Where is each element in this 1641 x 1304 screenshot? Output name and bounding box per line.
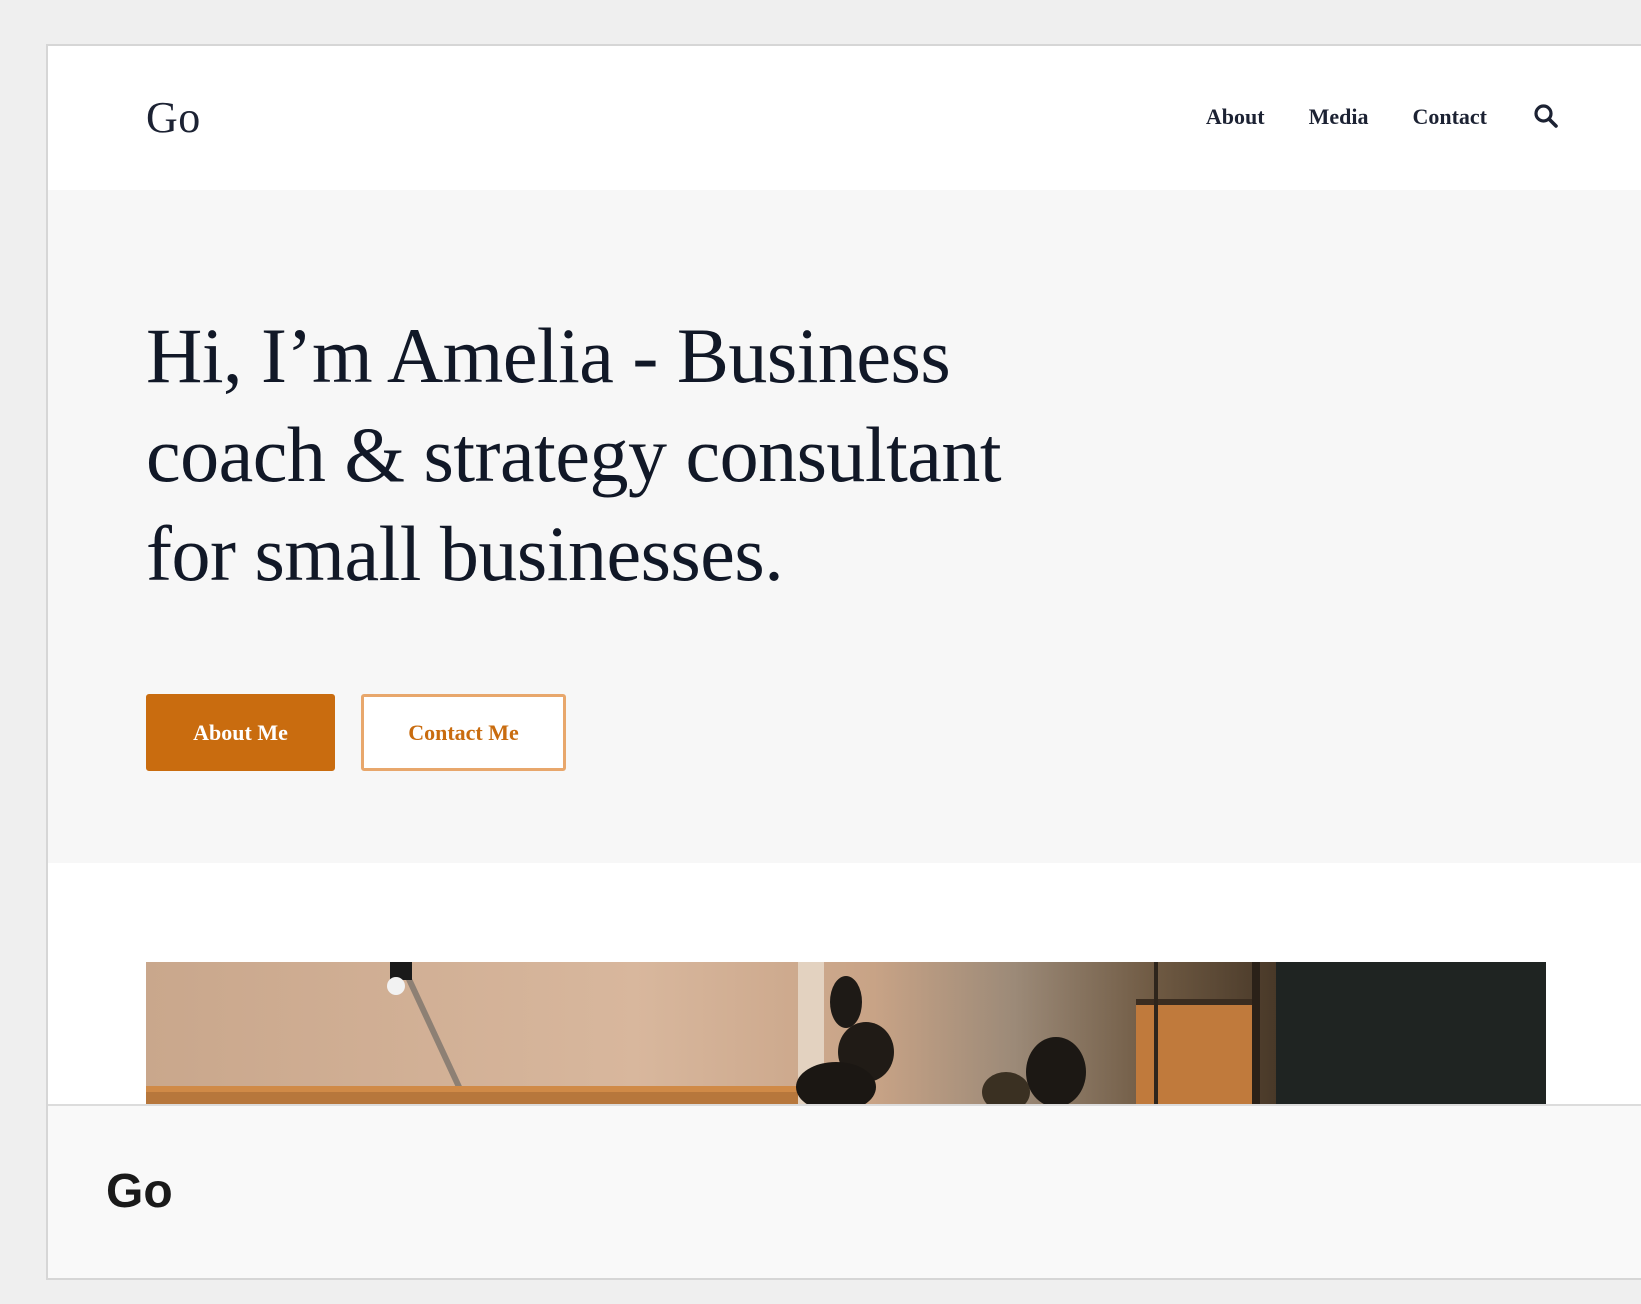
site-header: Go About Media Contact [48,46,1641,190]
hero-buttons: About Me Contact Me [146,694,566,771]
browser-frame: Go About Media Contact Hi, I’m Amelia - … [46,44,1641,1280]
nav-item-about[interactable]: About [1206,104,1265,130]
about-me-button[interactable]: About Me [146,694,335,771]
hero-title: Hi, I’m Amelia - Business coach & strate… [146,312,1002,597]
site-logo[interactable]: Go [146,92,201,143]
contact-me-button[interactable]: Contact Me [361,694,566,771]
main-nav: About Media Contact [1206,102,1561,132]
nav-item-contact[interactable]: Contact [1412,104,1487,130]
footer-bar: Go [48,1104,1641,1278]
search-icon [1534,104,1558,128]
search-button[interactable] [1531,102,1561,132]
nav-item-media[interactable]: Media [1309,104,1369,130]
feature-image [146,962,1546,1122]
hero-section: Hi, I’m Amelia - Business coach & strate… [48,190,1641,863]
office-photo [146,962,1546,1122]
footer-logo: Go [106,1165,173,1218]
